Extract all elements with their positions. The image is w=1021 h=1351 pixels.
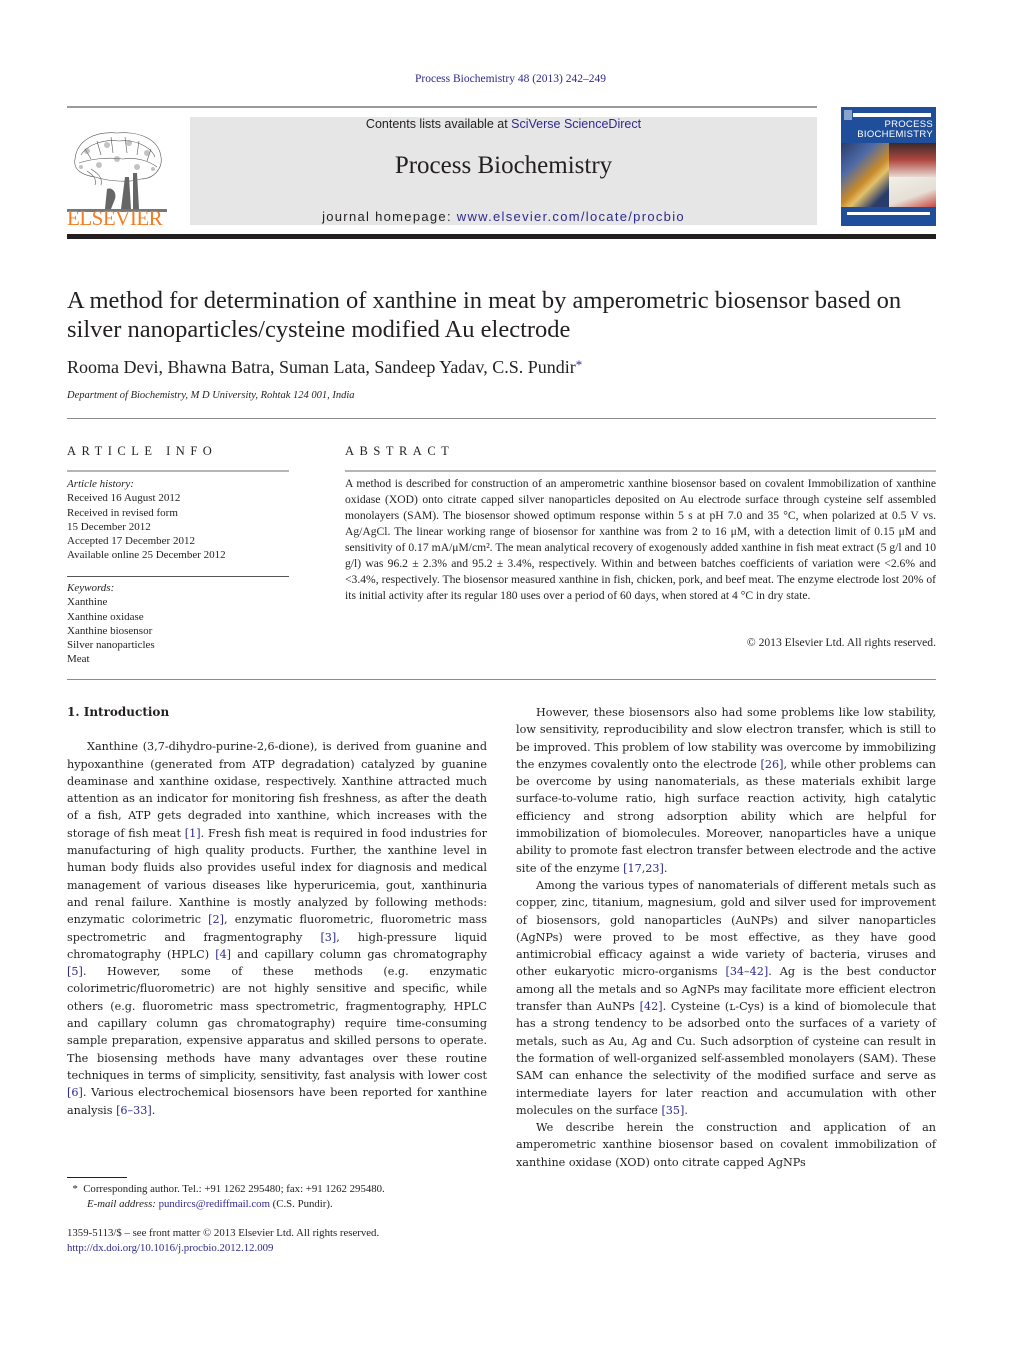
citation-link[interactable]: [6–33]: [116, 1104, 152, 1117]
article-title: A method for determination of xanthine i…: [67, 287, 902, 343]
body-paragraph: We describe herein the construction and …: [516, 1121, 936, 1169]
footnote-email-line: E-mail address: pundircs@rediffmail.com …: [67, 1197, 487, 1212]
divider: [67, 576, 289, 577]
elsevier-wordmark: ELSEVIER: [67, 206, 163, 230]
history-item: Received in revised form: [67, 506, 178, 519]
keywords-label: Keywords:: [67, 582, 115, 594]
body-column-left: 1. Introduction Xanthine (3,7-dihydro-pu…: [67, 704, 487, 1119]
body-column-right: However, these biosensors also had some …: [516, 704, 936, 1171]
citation-link[interactable]: [5]: [67, 965, 83, 978]
keyword-item: Xanthine oxidase: [67, 610, 144, 623]
cover-photo-apparatus: [841, 143, 889, 207]
header-thick-divider: [67, 234, 936, 239]
keywords: Keywords: Xanthine Xanthine oxidase Xant…: [67, 581, 155, 667]
journal-homepage-link[interactable]: www.elsevier.com/locate/procbio: [457, 209, 685, 224]
body-paragraph: Among the various types of nanomaterials…: [516, 878, 937, 1117]
citation-link[interactable]: [42]: [640, 1000, 663, 1013]
abstract-heading: ABSTRACT: [345, 444, 455, 458]
citation-link[interactable]: [34–42]: [725, 965, 768, 978]
footnote-contact: Corresponding author. Tel.: +91 1262 295…: [83, 1183, 385, 1195]
doi-link[interactable]: http://dx.doi.org/10.1016/j.procbio.2012…: [67, 1241, 379, 1256]
article-history: Article history: Received 16 August 2012…: [67, 477, 226, 563]
keyword-item: Xanthine biosensor: [67, 624, 153, 637]
keyword-item: Meat: [67, 653, 90, 666]
right-paragraphs: However, these biosensors also had some …: [516, 704, 936, 1171]
authors-text: Rooma Devi, Bhawna Batra, Suman Lata, Sa…: [67, 357, 576, 377]
citation-link[interactable]: [3]: [320, 931, 336, 944]
citation-link[interactable]: [17,23]: [623, 862, 664, 875]
article-history-label: Article history:: [67, 478, 134, 490]
divider: [67, 470, 289, 472]
body-paragraph: Xanthine (3,7-dihydro-purine-2,6-dione),…: [67, 740, 488, 1117]
citation-link[interactable]: [4]: [215, 948, 231, 961]
footnote-line: * Corresponding author. Tel.: +91 1262 2…: [67, 1182, 487, 1197]
keyword-item: Silver nanoparticles: [67, 639, 155, 652]
homepage-prefix: journal homepage:: [322, 209, 457, 224]
article-info-heading: ARTICLE INFO: [67, 444, 218, 458]
cover-title-line2: BIOCHEMISTRY: [857, 129, 933, 140]
history-item: 15 December 2012: [67, 520, 151, 533]
left-paragraphs: Xanthine (3,7-dihydro-purine-2,6-dione),…: [67, 738, 487, 1119]
keyword-item: Xanthine: [67, 596, 108, 609]
abstract-copyright: © 2013 Elsevier Ltd. All rights reserved…: [746, 636, 936, 649]
body-paragraph: However, these biosensors also had some …: [516, 706, 936, 875]
citation-link[interactable]: [6]: [67, 1086, 83, 1099]
cover-photo-plate: [889, 177, 936, 207]
affiliation: Department of Biochemistry, M D Universi…: [67, 390, 355, 401]
history-item: Accepted 17 December 2012: [67, 535, 195, 548]
history-item: Available online 25 December 2012: [67, 549, 226, 562]
divider: [345, 470, 936, 472]
footnote-divider: [67, 1177, 127, 1178]
history-item: Received 16 August 2012: [67, 492, 181, 505]
section-heading-introduction: 1. Introduction: [67, 705, 170, 719]
citation-link[interactable]: [2]: [208, 913, 224, 926]
cover-decor-bar: [853, 113, 931, 117]
cover-title: PROCESS BIOCHEMISTRY: [857, 120, 933, 140]
header-divider: [67, 106, 817, 108]
citation-link[interactable]: [1]: [185, 827, 201, 840]
citation-link[interactable]: [26]: [760, 758, 783, 771]
journal-cover-image: PROCESS BIOCHEMISTRY: [841, 107, 936, 226]
front-matter: 1359-5113/$ – see front matter © 2013 El…: [67, 1226, 379, 1256]
journal-title: Process Biochemistry: [394, 152, 613, 179]
abstract-text: A method is described for construction o…: [345, 477, 936, 602]
contents-prefix: Contents lists available at: [365, 117, 512, 131]
corresponding-author-mark[interactable]: *: [576, 357, 583, 372]
sciencedirect-link[interactable]: SciVerse ScienceDirect: [511, 117, 641, 131]
journal-homepage-line: journal homepage: www.elsevier.com/locat…: [190, 209, 817, 224]
email-suffix: (C.S. Pundir).: [269, 1197, 333, 1210]
issn-line: 1359-5113/$ – see front matter © 2013 El…: [67, 1227, 380, 1239]
citation-link[interactable]: [35]: [661, 1104, 684, 1117]
email-label: E-mail address:: [87, 1197, 156, 1210]
corresponding-author-footnote: * Corresponding author. Tel.: +91 1262 2…: [67, 1182, 487, 1211]
contents-available-line: Contents lists available at SciVerse Sci…: [190, 117, 817, 131]
divider: [67, 418, 936, 419]
author-email-link[interactable]: pundircs@rediffmail.com: [159, 1198, 270, 1210]
cover-elsevier-icon: [844, 110, 852, 120]
cover-decor-bar: [847, 212, 930, 215]
footnote-mark: *: [72, 1183, 78, 1195]
journal-masthead: Contents lists available at SciVerse Sci…: [190, 117, 817, 225]
author-list: Rooma Devi, Bhawna Batra, Suman Lata, Sa…: [67, 357, 582, 378]
divider: [67, 679, 936, 680]
journal-citation-link[interactable]: Process Biochemistry 48 (2013) 242–249: [0, 73, 1021, 85]
cover-photo-pipette: [889, 143, 936, 177]
